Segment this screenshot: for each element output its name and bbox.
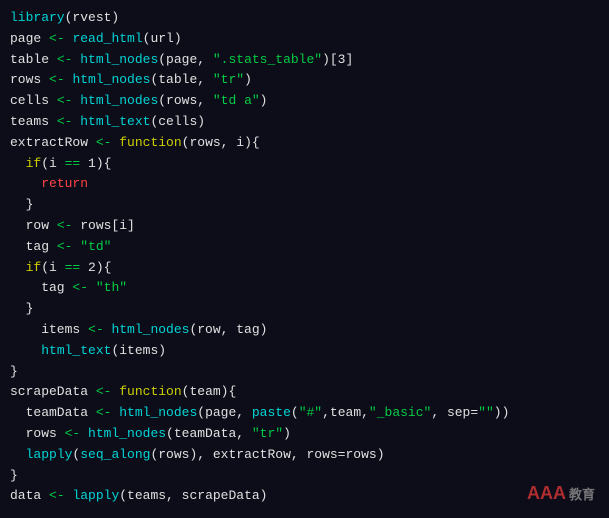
code-line-3: table <- html_nodes(page, ".stats_table"… (10, 50, 599, 71)
code-line-13: if(i == 2){ (10, 258, 599, 279)
code-line-8: if(i == 1){ (10, 154, 599, 175)
code-line-1: library(rvest) (10, 8, 599, 29)
code-line-22: lapply(seq_along(rows), extractRow, rows… (10, 445, 599, 466)
code-line-6: teams <- html_text(cells) (10, 112, 599, 133)
code-line-10: } (10, 195, 599, 216)
code-line-21: rows <- html_nodes(teamData, "tr") (10, 424, 599, 445)
code-line-7: extractRow <- function(rows, i){ (10, 133, 599, 154)
watermark: AAA教育 (527, 483, 595, 504)
code-line-15: } (10, 299, 599, 320)
code-line-9: return (10, 174, 599, 195)
code-line-23: } (10, 466, 599, 487)
code-line-20: teamData <- html_nodes(page, paste("#",t… (10, 403, 599, 424)
code-editor: library(rvest) page <- read_html(url) ta… (0, 0, 609, 518)
watermark-main: AAA教育 (527, 483, 595, 503)
code-line-14: tag <- "th" (10, 278, 599, 299)
code-line-5: cells <- html_nodes(rows, "td a") (10, 91, 599, 112)
code-line-12: tag <- "td" (10, 237, 599, 258)
code-line-18: } (10, 362, 599, 383)
code-line-16: items <- html_nodes(row, tag) (10, 320, 599, 341)
code-line-2: page <- read_html(url) (10, 29, 599, 50)
code-line-17: html_text(items) (10, 341, 599, 362)
code-line-24: data <- lapply(teams, scrapeData) (10, 486, 599, 507)
code-line-19: scrapeData <- function(team){ (10, 382, 599, 403)
code-line-11: row <- rows[i] (10, 216, 599, 237)
code-line-4: rows <- html_nodes(table, "tr") (10, 70, 599, 91)
